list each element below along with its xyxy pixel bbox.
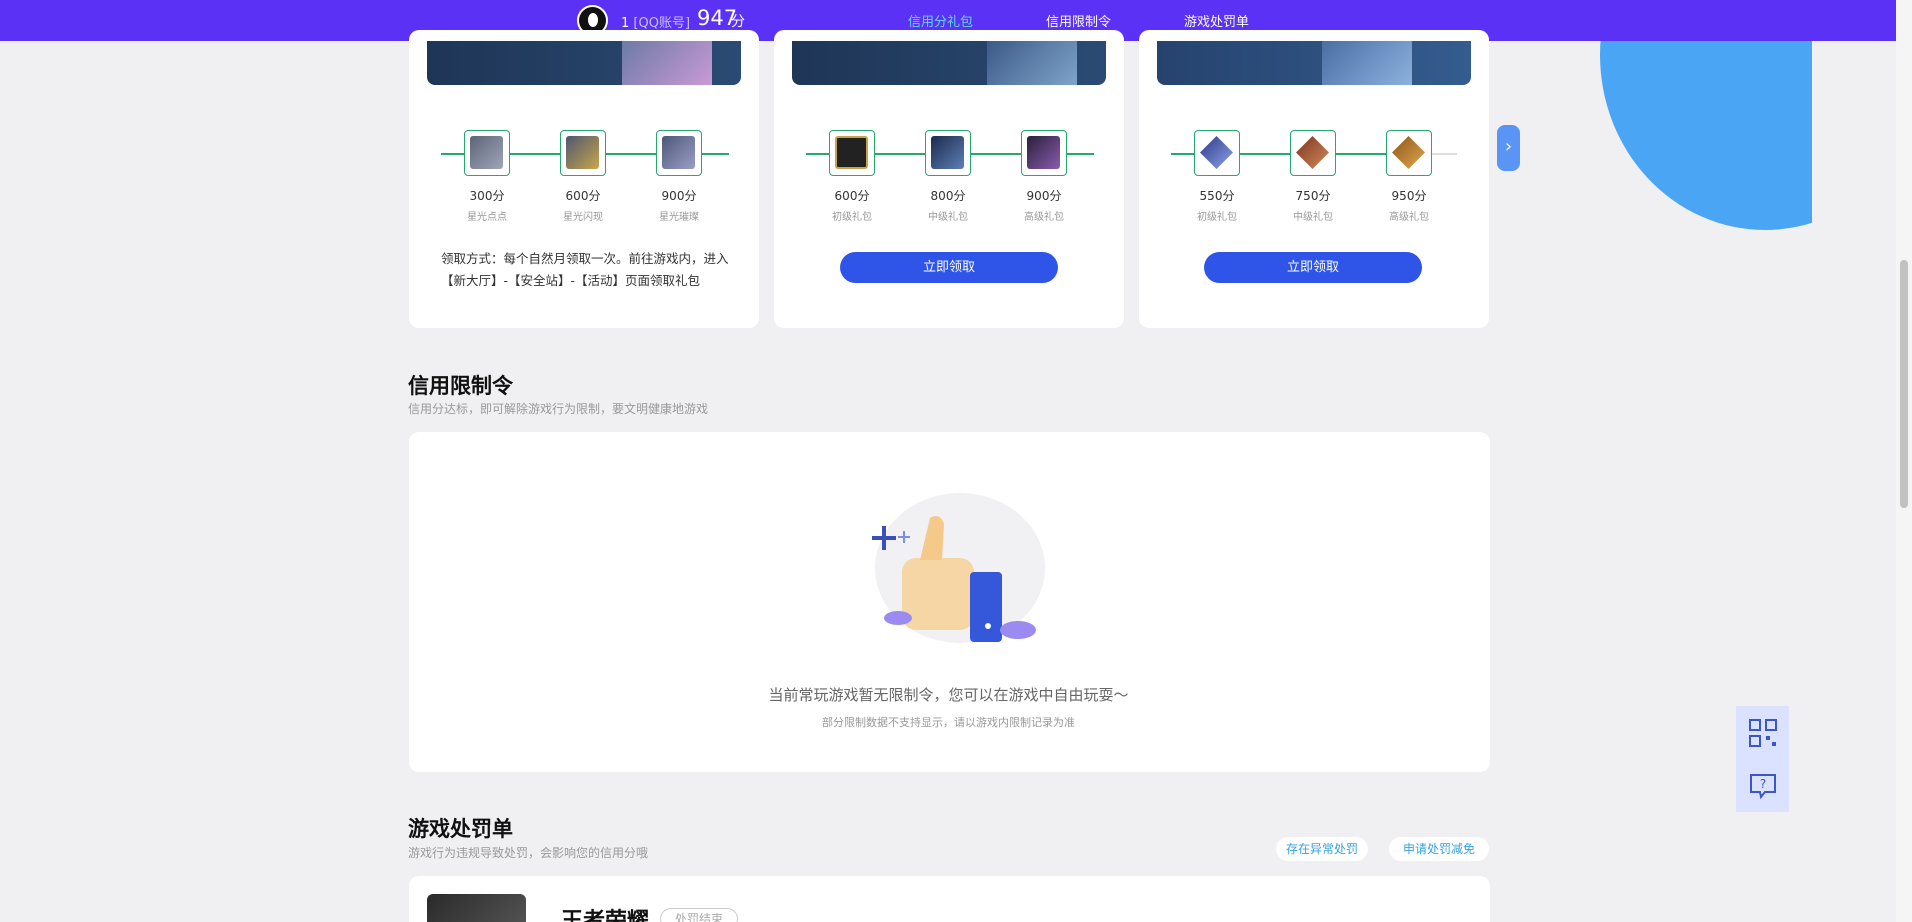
gift-item[interactable] <box>1021 130 1067 176</box>
restriction-subtitle: 信用分达标，即可解除游戏行为限制，要文明健康地游戏 <box>408 402 709 416</box>
thumbs-up-illustration <box>872 493 1045 643</box>
claim-button[interactable]: 立即领取 <box>840 252 1058 283</box>
account-id: 1 <box>621 16 630 31</box>
tier-points: 750分 <box>1295 189 1331 203</box>
claim-button[interactable]: 立即领取 <box>1204 252 1422 283</box>
tier-points: 600分 <box>834 189 870 203</box>
gift-banner-2 <box>792 41 1106 85</box>
account-type: [QQ账号] <box>633 16 691 31</box>
gift-item[interactable] <box>829 130 875 176</box>
scrollbar-thumb[interactable] <box>1900 260 1908 508</box>
tier-level: 高级礼包 <box>1389 212 1429 223</box>
gift-item[interactable] <box>925 130 971 176</box>
carousel-next-button[interactable]: › <box>1497 125 1520 171</box>
restriction-title: 信用限制令 <box>408 374 513 398</box>
tier-points: 900分 <box>1026 189 1062 203</box>
nav-tab-penalty[interactable]: 游戏处罚单 <box>1184 11 1249 30</box>
penalty-subtitle: 游戏行为违规导致处罚，会影响您的信用分哦 <box>408 846 649 860</box>
tier-level: 中级礼包 <box>1293 212 1333 223</box>
tier-level: 初级礼包 <box>1197 212 1237 223</box>
gift-item[interactable] <box>656 130 702 176</box>
tier-points: 550分 <box>1199 189 1235 203</box>
tier-points: 800分 <box>930 189 966 203</box>
gift-banner-1 <box>427 41 741 85</box>
banner-character <box>987 41 1077 85</box>
help-chat-icon: ? <box>1749 773 1776 799</box>
banner-character <box>1322 41 1412 85</box>
chevron-right-icon: › <box>1504 136 1513 157</box>
tier-points: 600分 <box>565 189 601 203</box>
svg-text:?: ? <box>1759 777 1765 791</box>
gift-banner-3 <box>1157 41 1471 85</box>
credit-score-unit: 分 <box>731 14 745 30</box>
abnormal-penalty-button[interactable]: 存在异常处罚 <box>1276 837 1368 861</box>
penalty-status-badge: 处罚结束 <box>660 908 738 922</box>
tier-points: 300分 <box>469 189 505 203</box>
tier-level: 高级礼包 <box>1024 212 1064 223</box>
tier-level: 星光璀璨 <box>659 212 699 223</box>
tier-level: 星光点点 <box>467 212 507 223</box>
claim-instructions: 领取方式：每个自然月领取一次。前往游戏内，进入【新大厅】-【安全站】-【活动】页… <box>441 251 729 288</box>
gift-item[interactable] <box>1386 130 1432 176</box>
gift-item[interactable] <box>1194 130 1240 176</box>
tier-level: 初级礼包 <box>832 212 872 223</box>
nav-tab-gift[interactable]: 信用分礼包 <box>908 11 973 30</box>
penalty-reduction-button[interactable]: 申请处罚减免 <box>1389 837 1489 861</box>
help-button[interactable]: ? <box>1736 759 1789 812</box>
banner-character <box>622 41 712 85</box>
empty-state-message: 当前常玩游戏暂无限制令，您可以在游戏中自由玩耍～ <box>768 686 1129 704</box>
game-thumbnail <box>427 894 526 922</box>
tier-level: 星光闪现 <box>563 212 603 223</box>
gift-item[interactable] <box>1290 130 1336 176</box>
game-name: 王者荣耀 <box>561 909 650 922</box>
nav-tab-restriction[interactable]: 信用限制令 <box>1046 11 1111 30</box>
account-info: 1 [QQ账号] <box>621 12 690 31</box>
tier-points: 900分 <box>661 189 697 203</box>
penalty-title: 游戏处罚单 <box>408 817 513 841</box>
qrcode-icon <box>1748 718 1777 747</box>
qrcode-button[interactable] <box>1736 706 1789 759</box>
tier-level: 中级礼包 <box>928 212 968 223</box>
gift-item[interactable] <box>560 130 606 176</box>
empty-state-note: 部分限制数据不支持显示，请以游戏内限制记录为准 <box>822 716 1075 729</box>
tier-points: 950分 <box>1391 189 1427 203</box>
gift-item[interactable] <box>464 130 510 176</box>
